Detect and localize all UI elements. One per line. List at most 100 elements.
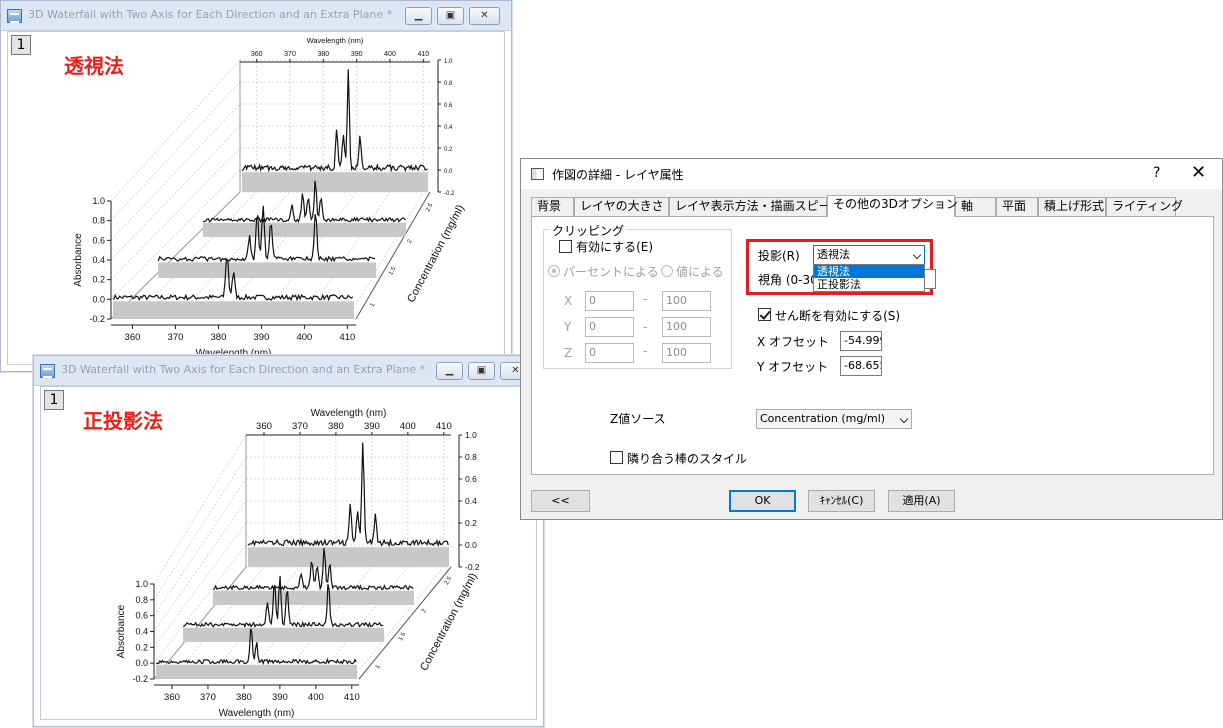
top-x-tick-label: 360 — [256, 421, 272, 432]
x-tick-label: 380 — [236, 692, 252, 703]
top-x-tick-label: 410 — [436, 421, 452, 432]
adjacent-bars-checkbox[interactable] — [610, 451, 623, 464]
projection-option[interactable]: 正投影法 — [814, 278, 924, 291]
right-y-tick-label: 0.0 — [465, 540, 477, 550]
y-tick-label: 0.8 — [135, 595, 148, 605]
clipping-enable-label[interactable]: 有効にする(E) — [576, 238, 653, 255]
right-y-tick-label: 0.0 — [444, 169, 453, 175]
projection-options-list[interactable]: 透視法 正投影法 — [813, 264, 925, 292]
waterfall-chart-orthographic[interactable]: 1.0 0.8 0.6 0.4 0.2 0.0 -0.2 Absorbance 360 370 38… — [41, 387, 538, 721]
tab-layer-size[interactable]: レイヤの大きさ — [574, 197, 669, 216]
clip-z-from-input[interactable]: 0 — [585, 343, 634, 363]
x-tick-label: 410 — [344, 692, 360, 703]
graph-window-icon — [7, 9, 22, 23]
right-y-tick-label: 0.2 — [444, 147, 453, 153]
series-line — [247, 442, 449, 548]
clip-z-to-input[interactable]: 100 — [662, 343, 711, 363]
y-tick-label: 0.0 — [92, 294, 105, 304]
adjacent-bars-label[interactable]: 隣り合う棒のスタイル — [627, 450, 747, 467]
tab-lighting[interactable]: ライティング — [1106, 197, 1183, 216]
waterfall-fill-plane — [213, 590, 414, 605]
cancel-button[interactable]: ｷｬﾝｾﾙ(C) — [808, 490, 875, 512]
x-offset-input[interactable]: -54.999 — [840, 331, 882, 351]
maximize-button[interactable]: ▣ — [437, 7, 464, 25]
clip-percent-radio[interactable] — [548, 265, 560, 277]
right-y-tick-label: 0.8 — [444, 81, 453, 87]
projection-dropdown[interactable]: 透視法 — [813, 245, 925, 265]
z-axis-line — [358, 566, 452, 680]
close-button[interactable]: ✕ — [469, 7, 500, 25]
clipping-enable-checkbox[interactable] — [559, 240, 572, 253]
clip-x-dash: - — [643, 292, 648, 306]
right-y-tick-label: 0.2 — [465, 518, 477, 528]
maximize-button[interactable]: ▣ — [468, 362, 495, 380]
z-tick-label: 1.5 — [388, 266, 398, 277]
top-x-tick-label: 370 — [284, 51, 296, 58]
clip-percent-label[interactable]: パーセントによる — [563, 263, 659, 280]
shear-enable-label[interactable]: せん断を有効にする(S) — [775, 307, 900, 324]
x-tick-label: 370 — [168, 332, 184, 343]
graph-page[interactable]: 1 透視法 1.0 0.8 0.6 0.4 0.2 0.0 -0.2 Absorbance 36… — [7, 31, 505, 365]
x-tick-label: 400 — [296, 332, 312, 343]
clip-x-from-input[interactable]: 0 — [585, 291, 634, 311]
tab-axis[interactable]: 軸 — [955, 197, 996, 216]
tab-other-3d-options[interactable]: その他の3Dオプション — [827, 195, 958, 217]
right-y-tick-label: 1.0 — [465, 430, 477, 440]
tab-display-speed[interactable]: レイヤ表示方法・描画スピード — [669, 197, 843, 216]
y-tick-label: 0.2 — [92, 275, 105, 285]
y-offset-input[interactable]: -68.655 — [840, 356, 882, 376]
collapse-button[interactable]: << — [531, 490, 590, 512]
clip-x-label: X — [564, 294, 573, 308]
grid-line — [261, 191, 358, 320]
projection-selected-value: 透視法 — [817, 248, 850, 261]
title-bar[interactable]: 3D Waterfall with Two Axis for Each Dire… — [34, 356, 543, 386]
series-line — [241, 69, 428, 173]
z-tick-label: 1.5 — [398, 631, 408, 642]
tab-stacking[interactable]: 積上げ形式 — [1038, 197, 1106, 216]
waterfall-fill-plane — [242, 172, 428, 192]
waterfall-chart-perspective[interactable]: 1.0 0.8 0.6 0.4 0.2 0.0 -0.2 Absorbance 360 370 38… — [8, 32, 506, 366]
top-x-tick-label: 400 — [384, 51, 396, 58]
view-angle-input[interactable] — [924, 269, 936, 289]
x-tick-label: 370 — [200, 692, 216, 703]
y-tick-label: 1.0 — [135, 579, 148, 589]
waterfall-fill-plane — [113, 301, 354, 319]
clip-y-from-input[interactable]: 0 — [585, 317, 634, 337]
clip-y-label: Y — [564, 320, 572, 334]
title-bar[interactable]: 3D Waterfall with Two Axis for Each Dire… — [1, 1, 511, 31]
y-tick-label: 0.4 — [135, 627, 148, 637]
help-button[interactable]: ? — [1153, 165, 1160, 181]
chevron-down-icon — [899, 414, 909, 424]
graph-window-perspective[interactable]: 3D Waterfall with Two Axis for Each Dire… — [0, 0, 512, 372]
right-y-tick-label: -0.2 — [465, 562, 480, 572]
clip-value-radio[interactable] — [661, 265, 673, 277]
x-tick-label: 390 — [272, 692, 288, 703]
projection-option[interactable]: 透視法 — [814, 265, 924, 278]
dialog-title-bar[interactable]: 作図の詳細 - レイヤ属性 ? ✕ — [521, 159, 1222, 189]
z-source-dropdown[interactable]: Concentration (mg/ml) — [756, 409, 912, 429]
graph-window-orthographic[interactable]: 3D Waterfall with Two Axis for Each Dire… — [33, 355, 544, 727]
axis-frame-line — [110, 191, 241, 320]
clip-y-dash: - — [643, 320, 648, 334]
graph-page[interactable]: 1 正投影法 1.0 0.8 0.6 0.4 0.2 0.0 -0.2 Absorbance 3… — [40, 386, 537, 720]
top-x-tick-label: 360 — [251, 51, 263, 58]
ok-button[interactable]: OK — [729, 490, 796, 512]
z-tick-label: 2.5 — [444, 575, 454, 586]
shear-enable-checkbox[interactable] — [758, 308, 771, 321]
plot-details-dialog[interactable]: 作図の詳細 - レイヤ属性 ? ✕ 背景 レイヤの大きさ レイヤ表示方法・描画ス… — [520, 158, 1223, 520]
y-axis-label: Absorbance — [73, 233, 84, 287]
minimize-button[interactable]: ▁ — [436, 362, 463, 380]
tab-planes[interactable]: 平面 — [996, 197, 1038, 216]
top-x-axis-label: Wavelength (nm) — [307, 36, 364, 45]
tab-panel-other-3d-options: クリッピング 有効にする(E) パーセントによる 値による X 0 - 100 … — [531, 216, 1214, 475]
clip-x-to-input[interactable]: 100 — [662, 291, 711, 311]
y-tick-label: 0.8 — [92, 216, 105, 226]
tab-background[interactable]: 背景 — [531, 197, 574, 216]
close-icon[interactable]: ✕ — [1191, 162, 1206, 183]
clip-y-to-input[interactable]: 100 — [662, 317, 711, 337]
right-y-tick-label: 0.8 — [465, 452, 477, 462]
minimize-button[interactable]: ▁ — [405, 7, 432, 25]
clip-value-label[interactable]: 値による — [676, 263, 724, 280]
apply-button[interactable]: 適用(A) — [888, 490, 955, 512]
y-tick-label: 0.4 — [92, 255, 105, 265]
